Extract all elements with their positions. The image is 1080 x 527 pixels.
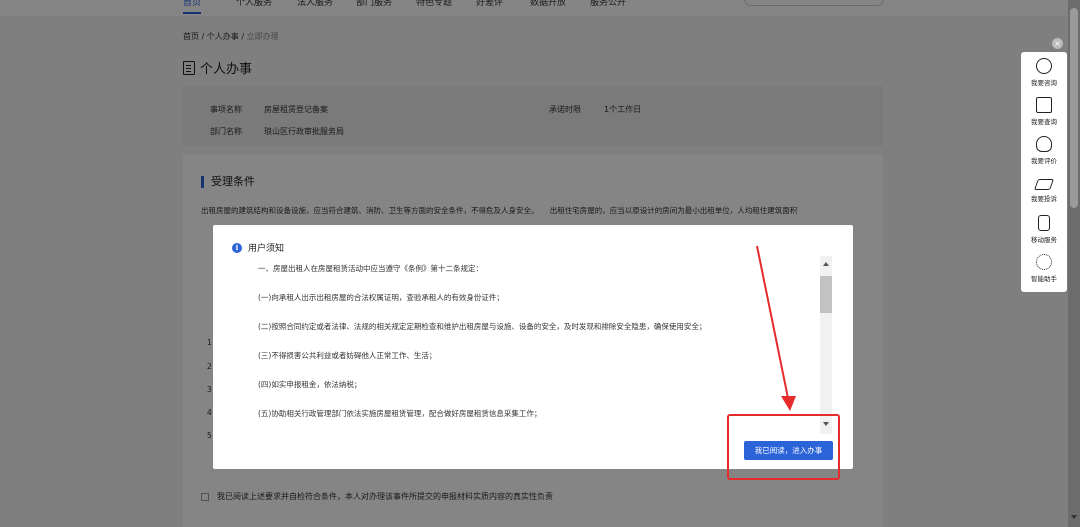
float-item-label: 我要咨询: [1031, 79, 1057, 87]
notice-paragraph: (二)按照合同约定或者法律、法规的相关规定定期检查和维护出租房屋与设施、设备的安…: [258, 322, 707, 331]
float-item-label: 我要评价: [1031, 157, 1057, 165]
float-item-label: 我要查询: [1031, 118, 1057, 126]
atom-icon: [1036, 254, 1052, 270]
document-search-icon: [1036, 97, 1052, 113]
float-item-label: 智能助手: [1031, 275, 1057, 283]
float-item-complain[interactable]: 我要投诉: [1021, 176, 1067, 203]
float-toolbar: 我要咨询 我要查询 我要评价 我要投诉 移动服务 智能助手: [1021, 52, 1067, 292]
scroll-up-arrow-icon[interactable]: [823, 262, 829, 266]
mobile-phone-icon: [1038, 215, 1050, 231]
float-item-evaluate[interactable]: 我要评价: [1021, 136, 1067, 165]
float-item-assistant[interactable]: 智能助手: [1021, 254, 1067, 283]
scroll-down-arrow-icon[interactable]: [1071, 515, 1077, 519]
dialog-scrollbar[interactable]: [820, 256, 832, 434]
float-toolbar-close-button[interactable]: ×: [1052, 38, 1063, 49]
float-item-query[interactable]: 我要查询: [1021, 97, 1067, 126]
dialog-scrollbar-thumb[interactable]: [820, 276, 832, 313]
notice-paragraph: (三)不得损害公共利益或者妨碍他人正常工作、生活；: [258, 351, 437, 360]
info-icon: i: [232, 242, 242, 253]
highlight-box-annotation: [727, 414, 840, 480]
flower-icon: [1036, 136, 1052, 152]
notice-paragraph: (四)如实申报租金，依法纳税；: [258, 380, 362, 389]
float-item-label: 我要投诉: [1031, 195, 1057, 203]
page-scrollbar-thumb[interactable]: [1070, 8, 1078, 208]
chat-bubble-icon: [1036, 58, 1052, 74]
page-scrollbar[interactable]: [1068, 0, 1080, 527]
float-item-consult[interactable]: 我要咨询: [1021, 58, 1067, 87]
notice-paragraph: (一)向承租人出示出租房屋的合法权属证明，查验承租人的有效身份证件；: [258, 293, 504, 302]
dialog-body[interactable]: 一、房屋出租人在房屋租赁活动中应当遵守《条例》第十二条规定： (一)向承租人出示…: [258, 262, 813, 432]
dialog-header: i 用户须知: [232, 241, 284, 254]
pen-icon: [1033, 179, 1055, 190]
dialog-title: 用户须知: [248, 244, 285, 254]
float-item-mobile[interactable]: 移动服务: [1021, 215, 1067, 244]
float-item-label: 移动服务: [1031, 236, 1057, 244]
notice-paragraph: 一、房屋出租人在房屋租赁活动中应当遵守《条例》第十二条规定：: [258, 264, 483, 273]
